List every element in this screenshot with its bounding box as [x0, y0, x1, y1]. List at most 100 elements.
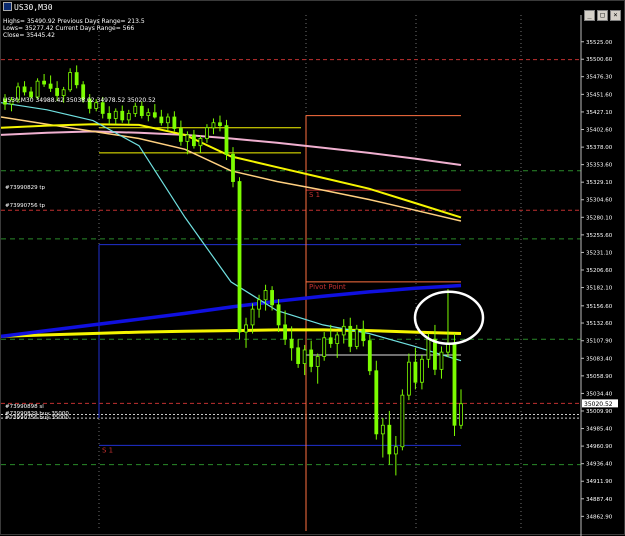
- candle-body: [270, 290, 274, 306]
- highs-line: Highs= 35490.92 Previous Days Range= 213…: [3, 18, 145, 25]
- candle-body: [322, 337, 327, 357]
- price-tick-label: 35058.90: [586, 374, 613, 380]
- candle-body: [328, 337, 333, 344]
- price-tick-label: 35156.60: [586, 304, 613, 310]
- candle-body: [263, 290, 268, 301]
- moving-average-yellow-thick: [1, 328, 462, 338]
- candle-body: [107, 113, 112, 119]
- price-tick-label: 35034.40: [586, 391, 613, 397]
- candle-body: [198, 138, 203, 147]
- candle-body: [276, 304, 281, 326]
- price-tick-label: 35304.60: [586, 198, 613, 204]
- price-tick-label: 34960.90: [586, 444, 613, 450]
- current-price-label: 35020.52: [584, 401, 613, 408]
- candle-body: [374, 370, 379, 435]
- chart-title: US30,M30: [3, 2, 53, 13]
- candle-body: [244, 324, 248, 333]
- price-tick-label: 35132.60: [586, 321, 613, 327]
- candle-body: [165, 116, 170, 124]
- price-tick-label: 34911.90: [586, 479, 613, 485]
- candle-body: [146, 112, 151, 116]
- price-tick-label: 35107.90: [586, 339, 613, 345]
- candle-body: [152, 112, 157, 118]
- candle-body: [100, 102, 105, 114]
- candle-body: [341, 325, 346, 336]
- order-label: #73990756 buy 35000: [5, 415, 69, 422]
- price-tick-label: 35182.10: [586, 286, 613, 292]
- order-label: #73990829 tp: [5, 185, 45, 192]
- chart-window-icon: [3, 2, 12, 11]
- price-tick-label: 35353.60: [586, 163, 613, 169]
- maximize-button[interactable]: □: [597, 10, 608, 21]
- price-tick-label: 34862.90: [586, 514, 613, 520]
- price-tick-label: 35525.00: [586, 40, 613, 46]
- price-tick-label: 35329.10: [586, 180, 613, 186]
- price-tick-label: 35231.10: [586, 250, 613, 256]
- price-tick-label: 35280.10: [586, 215, 613, 221]
- price-tick-label: 35451.60: [586, 92, 613, 98]
- candle-body: [139, 105, 144, 116]
- price-tick-label: 34887.40: [586, 497, 613, 503]
- candle-body: [400, 394, 405, 448]
- moving-average-pink: [1, 130, 462, 166]
- candle-body: [218, 122, 222, 127]
- price-tick-label: 35009.90: [586, 409, 613, 415]
- candle-body: [192, 134, 196, 147]
- candle-body: [361, 328, 366, 342]
- price-tick-label: 35083.40: [586, 356, 613, 362]
- candle-body: [172, 116, 177, 129]
- candle-body: [257, 299, 261, 310]
- lows-line: Lows= 35277.42 Current Days Range= 566: [3, 25, 135, 32]
- candle-body: [348, 325, 353, 347]
- candle-body: [406, 361, 411, 396]
- level-label-5: S 1: [309, 191, 320, 199]
- minimize-button[interactable]: _: [584, 10, 595, 21]
- close-button[interactable]: ×: [610, 10, 621, 21]
- candle-body: [387, 424, 392, 455]
- moving-average-cyan: [1, 102, 462, 362]
- candle-body: [250, 308, 255, 326]
- candle-body: [439, 351, 444, 370]
- candle-body: [231, 153, 235, 182]
- price-tick-label: 34985.40: [586, 427, 613, 433]
- candle-body: [426, 338, 431, 360]
- candle-body: [367, 340, 372, 372]
- order-label: #73990756 tp: [5, 203, 45, 210]
- candle-body: [380, 424, 385, 435]
- candle-body: [126, 113, 131, 121]
- candle-body: [283, 324, 288, 340]
- candle-body: [289, 338, 294, 349]
- price-tick-label: 35402.60: [586, 127, 613, 133]
- price-tick-label: 35378.00: [586, 145, 613, 151]
- candle-body: [335, 334, 340, 344]
- level-label-9: Pivot Point: [309, 283, 346, 291]
- candle-body: [185, 134, 190, 142]
- candle-body: [237, 181, 242, 333]
- price-tick-label: 34936.40: [586, 462, 613, 468]
- price-tick-label: 35255.60: [586, 233, 613, 239]
- candle-body: [224, 125, 229, 155]
- candle-body: [133, 105, 138, 114]
- highlight-circle: [413, 290, 485, 345]
- candle-body: [420, 358, 424, 383]
- price-tick-label: 35206.60: [586, 268, 613, 274]
- price-tick-label: 35476.30: [586, 75, 613, 81]
- close-line: Close= 35445.42: [3, 32, 55, 39]
- candle-body: [178, 128, 183, 142]
- candle-body: [211, 122, 216, 129]
- candle-body: [459, 403, 463, 426]
- chart-window[interactable]: S 1 Pivot Point S 1 35525.00 35500.60 35476.3…: [0, 0, 625, 536]
- candle-body: [159, 116, 164, 124]
- order-label: #73990898 sl: [5, 403, 44, 410]
- window-title: US30,M30: [14, 3, 53, 12]
- window-controls: _ □ ×: [582, 2, 621, 21]
- candle-body: [315, 356, 320, 367]
- candle-body: [309, 349, 314, 367]
- moving-average-blue-thick: [1, 283, 462, 339]
- level-label-15: S 1: [102, 446, 113, 454]
- candle-body: [433, 338, 437, 370]
- price-tick-label: 35500.60: [586, 57, 613, 63]
- price-tick-label: 35427.10: [586, 110, 613, 116]
- candle-body: [296, 347, 301, 365]
- candle-body: [302, 349, 307, 365]
